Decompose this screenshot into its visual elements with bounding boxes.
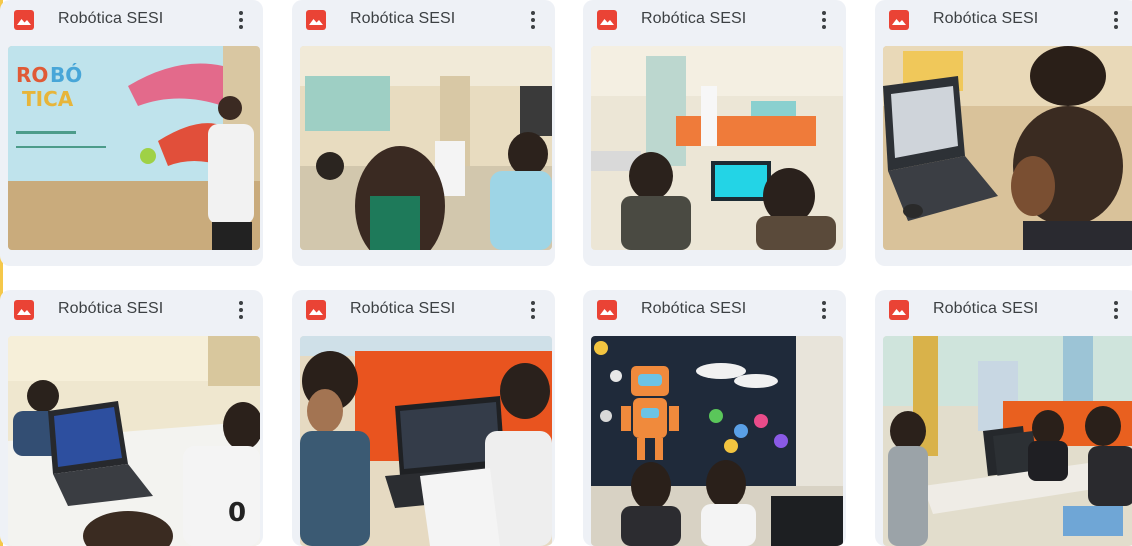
more-vert-icon[interactable]: [812, 298, 836, 322]
image-file-icon: [597, 300, 617, 320]
file-title: Robótica SESI: [933, 10, 1039, 27]
file-card-header: Robótica SESI: [875, 0, 1132, 44]
file-thumbnail[interactable]: 0: [8, 336, 260, 546]
file-thumbnail[interactable]: [883, 46, 1132, 250]
file-card-header: Robótica SESI: [583, 290, 846, 334]
file-card[interactable]: Robótica SESI: [875, 0, 1132, 266]
image-file-icon: [14, 300, 34, 320]
file-card[interactable]: Robótica SESI: [583, 290, 846, 546]
file-card-header: Robótica SESI: [875, 290, 1132, 334]
file-card[interactable]: Robótica SESI: [292, 290, 555, 546]
file-title: Robótica SESI: [641, 300, 747, 317]
file-title: Robótica SESI: [58, 10, 164, 27]
more-vert-icon[interactable]: [812, 8, 836, 32]
file-title: Robótica SESI: [58, 300, 164, 317]
image-file-icon: [306, 300, 326, 320]
image-file-icon: [597, 10, 617, 30]
image-file-icon: [889, 300, 909, 320]
file-thumbnail[interactable]: [883, 336, 1132, 546]
image-file-icon: [14, 10, 34, 30]
file-card-header: Robótica SESI: [292, 0, 555, 44]
more-vert-icon[interactable]: [521, 298, 545, 322]
file-card-header: Robótica SESI: [583, 0, 846, 44]
file-card[interactable]: Robótica SESI: [875, 290, 1132, 546]
file-thumbnail[interactable]: [300, 336, 552, 546]
image-file-icon: [889, 10, 909, 30]
file-card-header: Robótica SESI: [292, 290, 555, 334]
more-vert-icon[interactable]: [1104, 8, 1128, 32]
file-card[interactable]: Robótica SESI: [583, 0, 846, 266]
more-vert-icon[interactable]: [229, 298, 253, 322]
file-thumbnail[interactable]: [591, 46, 843, 250]
file-title: Robótica SESI: [641, 10, 747, 27]
svg-text:0: 0: [228, 498, 246, 528]
file-thumbnail[interactable]: RO BÓ TICA: [8, 46, 260, 250]
file-card-header: Robótica SESI: [0, 290, 263, 334]
file-title: Robótica SESI: [350, 10, 456, 27]
more-vert-icon[interactable]: [1104, 298, 1128, 322]
file-card-header: Robótica SESI: [0, 0, 263, 44]
file-title: Robótica SESI: [350, 300, 456, 317]
more-vert-icon[interactable]: [229, 8, 253, 32]
file-thumbnail[interactable]: [591, 336, 843, 546]
file-card[interactable]: Robótica SESI RO BÓ TICA: [0, 0, 263, 266]
image-file-icon: [306, 10, 326, 30]
file-card[interactable]: Robótica SESI: [292, 0, 555, 266]
svg-text:RO: RO: [16, 63, 48, 87]
more-vert-icon[interactable]: [521, 8, 545, 32]
svg-text:TICA: TICA: [22, 87, 74, 111]
file-title: Robótica SESI: [933, 300, 1039, 317]
svg-text:BÓ: BÓ: [50, 63, 82, 87]
file-grid: Robótica SESI RO BÓ TICA Robótica SESI R…: [0, 0, 1132, 546]
file-card[interactable]: Robótica SESI 0: [0, 290, 263, 546]
file-thumbnail[interactable]: [300, 46, 552, 250]
